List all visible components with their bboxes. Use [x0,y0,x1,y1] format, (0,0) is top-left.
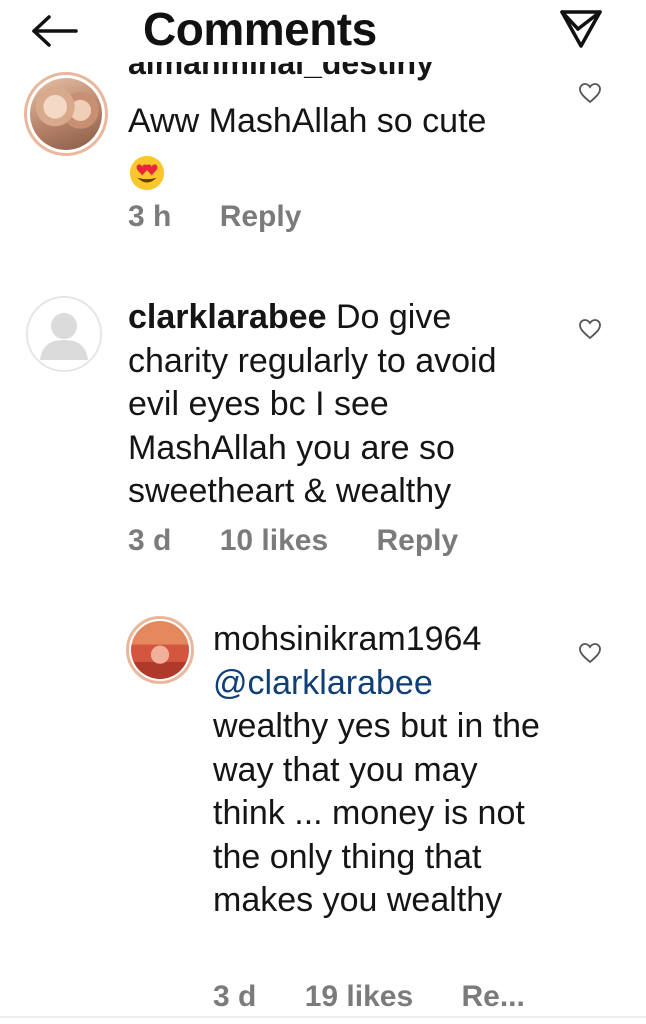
like-button[interactable] [578,642,602,664]
avatar[interactable] [26,296,102,372]
arrow-left-icon [32,15,78,47]
comments-screen: Comments almahmihal_destiny Aww MashAlla… [0,0,646,1024]
comment-message: Aww MashAllah so cute [128,102,487,140]
reply-button[interactable]: Re... [461,980,524,1014]
likes-count[interactable]: 10 likes [220,524,328,558]
comment-time: 3 h [128,200,172,233]
likes-count[interactable]: 19 likes [305,980,413,1014]
avatar[interactable] [126,616,194,684]
comment-time: 3 d [128,524,172,557]
back-button[interactable] [24,8,82,54]
comment-meta: 3 d 19 likes Re... [213,980,565,1014]
like-button[interactable] [578,318,602,340]
comment-text: clarklarabee Do give charity regularly t… [128,296,500,514]
header-bar: Comments [0,0,646,62]
divider [0,1016,646,1018]
avatar-photo [131,621,189,679]
comment-meta: 3 h Reply [128,200,341,234]
comment-username[interactable]: clarklarabee [128,298,327,336]
default-avatar-icon [28,298,100,370]
comment-text: almahmihal_destiny Aww MashAllah so cute [128,62,568,193]
mention-link[interactable]: @clarklarabee [213,662,553,706]
comment-meta: 3 d 10 likes Reply [128,524,498,558]
heart-outline-icon [579,643,601,664]
like-button[interactable] [578,82,602,104]
avatar[interactable] [24,72,108,156]
comment-time: 3 d [213,980,257,1013]
heart-outline-icon [579,319,601,340]
comment-username-clipped[interactable]: almahmihal_destiny [128,62,568,82]
reply-button[interactable]: Reply [220,200,302,234]
comment-username[interactable]: mohsinikram1964 [213,618,553,662]
paper-plane-icon [560,10,602,48]
page-title: Comments [143,3,377,55]
heart-eyes-emoji-icon [129,155,165,190]
comment-text: mohsinikram1964 @clarklarabee wealthy ye… [213,618,553,923]
comment-message: wealthy yes but in the way that you may … [213,707,540,919]
reply-button[interactable]: Reply [376,524,458,558]
avatar-photo [30,78,102,150]
emoji-heart-eyes [128,150,568,194]
heart-outline-icon [579,83,601,104]
share-button[interactable] [556,6,606,52]
